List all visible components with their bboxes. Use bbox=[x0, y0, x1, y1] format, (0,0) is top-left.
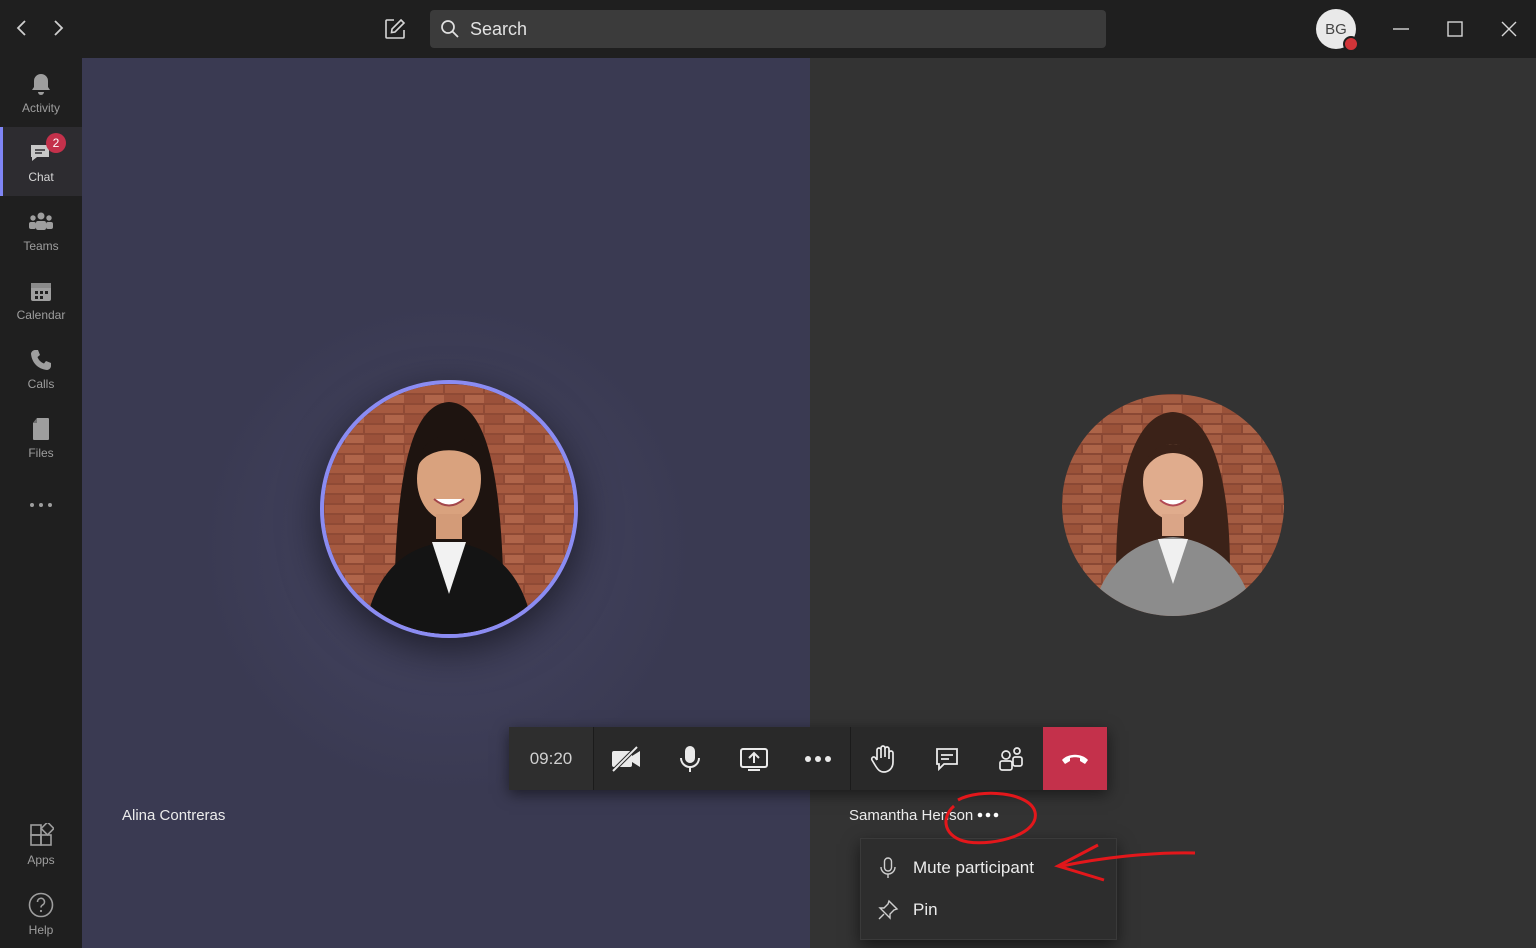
bell-icon bbox=[32, 73, 50, 95]
app-rail: Activity 2 Chat Teams Calendar Calls Fil… bbox=[0, 58, 82, 948]
participant-more-options-button[interactable] bbox=[977, 806, 999, 824]
participant-name-samantha: Samantha Henson bbox=[849, 807, 974, 824]
rail-item-help[interactable]: Help bbox=[0, 879, 82, 948]
presence-busy-indicator bbox=[1343, 36, 1359, 52]
rail-item-apps[interactable]: Apps bbox=[0, 810, 82, 879]
hang-up-button[interactable] bbox=[1043, 727, 1107, 790]
participant-photo-alina bbox=[320, 380, 578, 638]
phone-icon bbox=[31, 349, 51, 370]
compose-icon bbox=[385, 18, 406, 39]
minimize-icon bbox=[1393, 28, 1409, 30]
raise-hand-button[interactable] bbox=[851, 727, 915, 790]
rail-label: Chat bbox=[28, 169, 54, 184]
chat-bubble-icon bbox=[936, 747, 958, 771]
maximize-icon bbox=[1447, 21, 1463, 37]
participant-context-menu: Mute participant Pin bbox=[860, 838, 1117, 940]
hang-up-icon bbox=[1062, 754, 1088, 764]
rail-item-calls[interactable]: Calls bbox=[0, 334, 82, 403]
call-timer: 09:20 bbox=[509, 727, 594, 790]
chevron-right-icon bbox=[54, 20, 64, 36]
rail-label: Apps bbox=[27, 852, 55, 867]
rail-item-files[interactable]: Files bbox=[0, 403, 82, 472]
rail-label: Files bbox=[28, 445, 54, 460]
participants-icon bbox=[999, 746, 1023, 771]
more-horizontal-icon bbox=[30, 502, 52, 507]
camera-off-icon bbox=[611, 745, 640, 772]
apps-icon bbox=[30, 822, 54, 846]
participant-photo-samantha bbox=[1062, 394, 1284, 616]
raise-hand-icon bbox=[870, 744, 894, 773]
rail-label: Help bbox=[28, 922, 54, 937]
menu-item-pin[interactable]: Pin bbox=[861, 889, 1116, 931]
more-horizontal-icon bbox=[805, 755, 831, 762]
show-participants-button[interactable] bbox=[979, 727, 1043, 790]
rail-label: Calendar bbox=[16, 307, 66, 322]
more-horizontal-icon bbox=[977, 812, 999, 818]
share-screen-button[interactable] bbox=[722, 727, 786, 790]
file-icon bbox=[33, 417, 49, 440]
minimize-button[interactable] bbox=[1386, 14, 1416, 44]
menu-item-label: Pin bbox=[913, 900, 938, 919]
close-button[interactable] bbox=[1494, 14, 1524, 44]
calendar-icon bbox=[31, 282, 51, 301]
more-actions-button[interactable] bbox=[786, 727, 850, 790]
rail-label: Activity bbox=[21, 100, 60, 115]
microphone-toggle-button[interactable] bbox=[658, 727, 722, 790]
teams-icon bbox=[29, 212, 53, 230]
menu-item-label: Mute participant bbox=[913, 858, 1034, 877]
camera-toggle-button[interactable] bbox=[594, 727, 658, 790]
close-icon bbox=[1501, 21, 1517, 37]
rail-item-teams[interactable]: Teams bbox=[0, 196, 82, 265]
forward-button[interactable] bbox=[44, 14, 72, 42]
new-chat-button[interactable] bbox=[380, 14, 410, 44]
show-conversation-button[interactable] bbox=[915, 727, 979, 790]
search-input[interactable] bbox=[468, 17, 1072, 41]
unread-badge: 2 bbox=[46, 133, 66, 153]
pin-icon bbox=[863, 899, 913, 921]
rail-item-calendar[interactable]: Calendar bbox=[0, 265, 82, 334]
rail-item-chat[interactable]: 2 Chat bbox=[0, 127, 82, 196]
participant-name-alina: Alina Contreras bbox=[122, 807, 226, 824]
search-box[interactable] bbox=[430, 10, 1106, 48]
maximize-button[interactable] bbox=[1440, 14, 1470, 44]
rail-more-button[interactable] bbox=[0, 472, 82, 541]
rail-label: Calls bbox=[27, 376, 55, 391]
back-button[interactable] bbox=[8, 14, 36, 42]
help-icon bbox=[28, 892, 54, 917]
search-icon bbox=[440, 18, 462, 40]
call-control-bar: 09:20 bbox=[509, 727, 1108, 790]
share-screen-icon bbox=[740, 747, 768, 771]
rail-item-activity[interactable]: Activity bbox=[0, 58, 82, 127]
microphone-icon bbox=[863, 857, 913, 879]
menu-item-mute-participant[interactable]: Mute participant bbox=[861, 847, 1116, 889]
title-bar: BG bbox=[0, 0, 1536, 58]
microphone-icon bbox=[680, 745, 700, 772]
rail-label: Teams bbox=[23, 238, 59, 253]
chevron-left-icon bbox=[16, 20, 26, 36]
